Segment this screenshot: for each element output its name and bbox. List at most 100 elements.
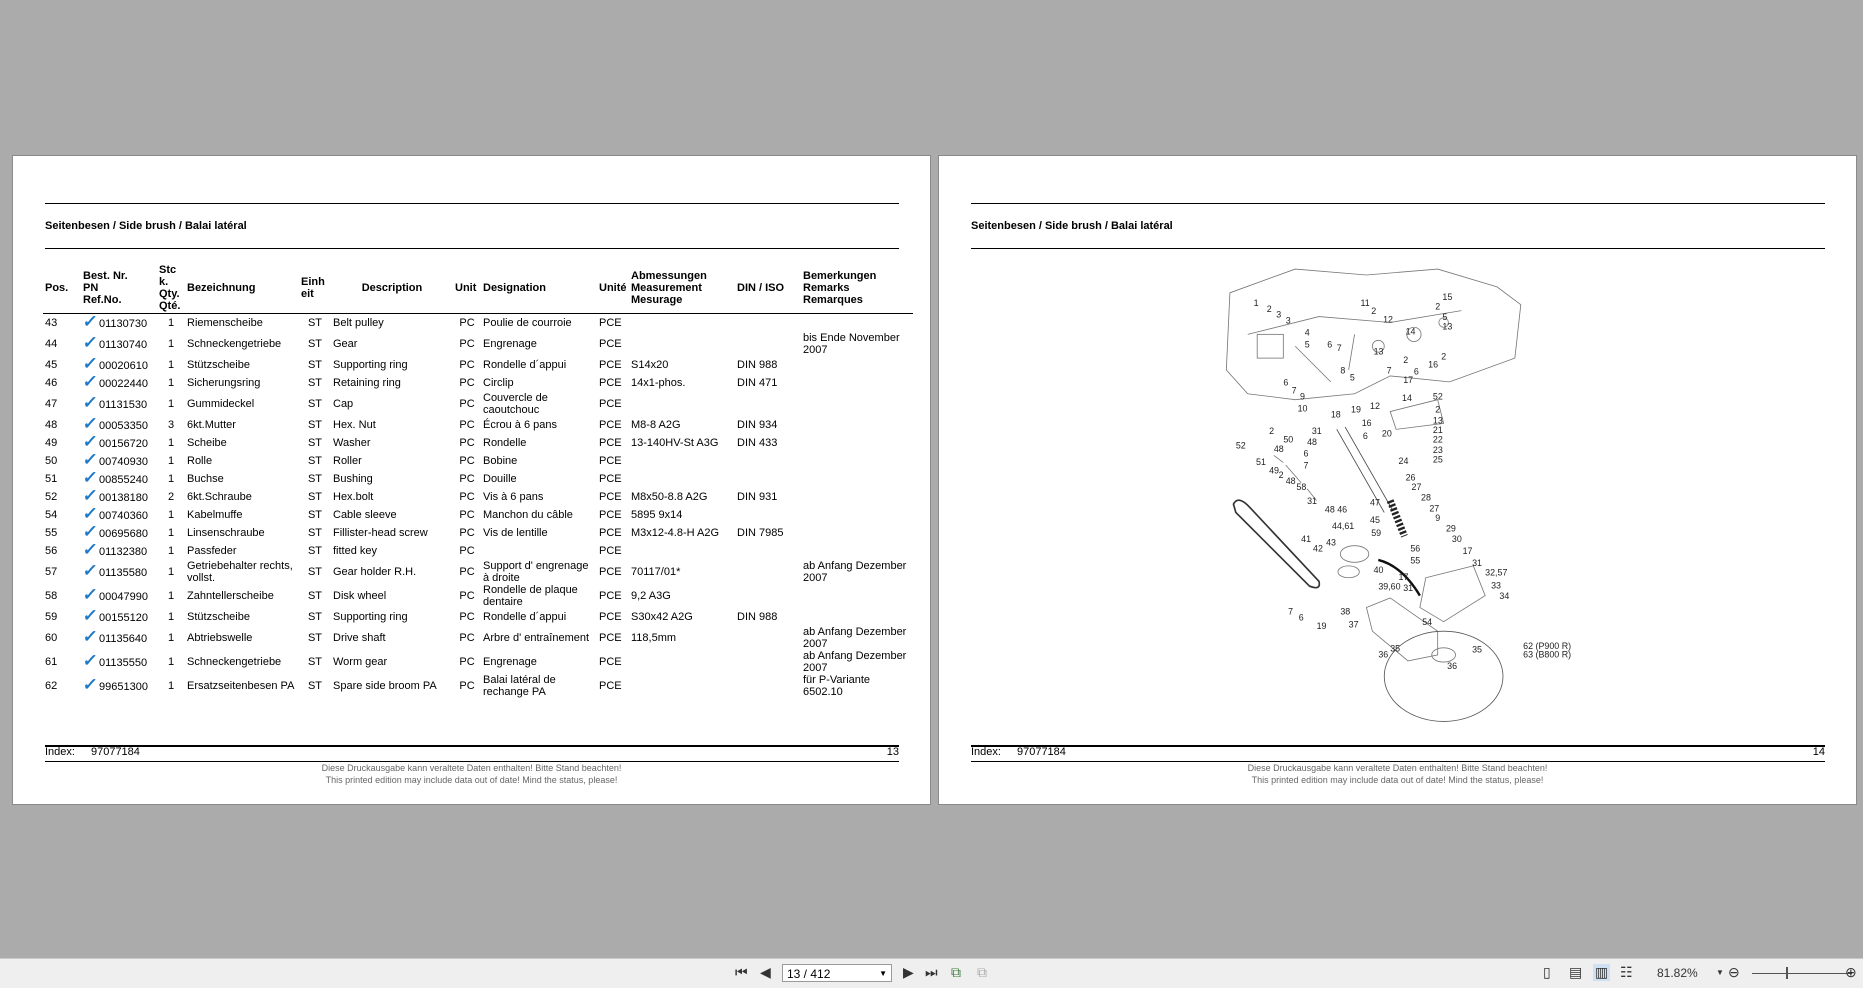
cell-bez: Sicherungsring	[187, 377, 261, 389]
cell-einh: ST	[307, 656, 323, 668]
cell-unite: PCE	[599, 509, 622, 521]
cell-pn: ✓99651300	[81, 675, 148, 694]
callout-label: 45	[1370, 515, 1380, 525]
table-row: 57 ✓01135580 1 Getriebehalter rechts, volls…	[43, 560, 913, 584]
callout-label: 19	[1317, 621, 1327, 631]
checkmark-icon: ✓	[81, 333, 99, 352]
cell-unite: PCE	[599, 611, 622, 623]
col-description: Description	[331, 263, 453, 314]
cell-din	[735, 392, 801, 416]
cell-measure: S14x20	[631, 359, 669, 371]
cell-din: DIN 934	[737, 419, 778, 431]
previous-page-icon[interactable]: ◀	[760, 964, 771, 981]
zoom-in-icon[interactable]: ⊕	[1845, 964, 1857, 981]
cell-pos: 45	[45, 359, 58, 371]
cell-designation: Vis à 6 pans	[483, 491, 544, 503]
callout-label: 14	[1402, 393, 1412, 403]
cell-unit: PC	[459, 398, 475, 410]
zoom-slider-thumb[interactable]	[1786, 967, 1788, 979]
callout-label: 44,61	[1332, 521, 1354, 531]
callout-label: 1	[1254, 298, 1259, 308]
zoom-slider[interactable]	[1752, 973, 1852, 974]
page-number-field[interactable]: 13 / 412 ▼	[782, 964, 892, 982]
cell-din	[735, 470, 801, 488]
cell-qty: 1	[167, 509, 175, 521]
cell-measure	[629, 452, 735, 470]
cell-einh: ST	[307, 491, 323, 503]
index-label: Index: 97077184	[45, 746, 140, 758]
callout-label: 50	[1283, 434, 1293, 444]
cell-unit: PC	[459, 632, 475, 644]
continuous-view-icon[interactable]: ▤	[1569, 964, 1582, 981]
callout-label: 19	[1351, 405, 1361, 415]
index-label: Index: 97077184	[971, 746, 1066, 758]
zoom-out-icon[interactable]: ⊖	[1728, 964, 1740, 981]
single-page-view-icon[interactable]: ▯	[1543, 964, 1551, 981]
checkmark-icon: ✓	[81, 393, 99, 412]
cell-desc: Gear holder R.H.	[333, 566, 417, 578]
cell-pos: 56	[45, 545, 58, 557]
cell-qty: 1	[167, 590, 175, 602]
table-row: 52 ✓00138180 2 6kt.Schraube ST Hex.bolt PC Vis …	[43, 486, 913, 506]
cell-pn: ✓01130740	[81, 333, 148, 352]
cell-pn: ✓01135550	[81, 651, 148, 670]
callout-label: 35	[1390, 643, 1400, 653]
callout-label: 38	[1340, 607, 1350, 617]
zoom-dropdown-icon[interactable]: ▼	[1716, 968, 1724, 977]
table-row: 51 ✓00855240 1 Buchse ST Bushing PC Douille PCE	[43, 468, 913, 488]
cell-remarks	[801, 392, 913, 416]
cell-einh: ST	[307, 632, 323, 644]
cell-unit: PC	[459, 527, 475, 539]
callout-label: 6	[1414, 367, 1419, 377]
cell-desc: Hex. Nut	[333, 419, 376, 431]
col-qty: Stc k. Qty. Qté.	[157, 263, 185, 314]
chevron-down-icon[interactable]: ▼	[879, 965, 887, 983]
cell-measure	[629, 392, 735, 416]
cell-unite: PCE	[599, 338, 622, 350]
cell-din: DIN 7985	[737, 527, 784, 539]
callout-label: 37	[1349, 620, 1359, 630]
cell-unit: PC	[459, 545, 475, 557]
callout-label: 14	[1406, 326, 1416, 336]
cell-einh: ST	[307, 680, 323, 692]
callout-label: 48 46	[1325, 504, 1347, 514]
cell-measure: 70117/01*	[631, 566, 681, 578]
cell-remarks	[801, 434, 913, 452]
cell-unite: PCE	[599, 317, 622, 329]
cell-unite: PCE	[599, 590, 622, 602]
callout-label: 6	[1299, 613, 1304, 623]
cell-desc: Washer	[333, 437, 371, 449]
cell-qty: 1	[167, 680, 175, 692]
cell-din	[735, 650, 801, 674]
first-page-icon[interactable]: ⏮	[735, 964, 748, 981]
rotate-page-icon[interactable]: ⧉	[951, 964, 961, 981]
disclaimer-en: This printed edition may include data ou…	[1251, 775, 1544, 785]
cell-designation: Douille	[483, 473, 517, 485]
cell-pos: 61	[45, 656, 58, 668]
next-page-icon[interactable]: ▶	[903, 964, 914, 981]
last-page-icon[interactable]: ⏭	[925, 964, 938, 981]
cell-designation: Rondelle	[483, 437, 527, 449]
cell-unit: PC	[459, 473, 475, 485]
callout-label: 11	[1361, 298, 1370, 308]
cell-bez: Abtriebswelle	[187, 632, 253, 644]
callout-label: 6	[1283, 377, 1288, 387]
callout-label: 7	[1288, 607, 1293, 617]
cell-unite: PCE	[599, 377, 622, 389]
cell-designation: Couvercle de caoutchouc	[483, 392, 548, 416]
two-page-continuous-icon[interactable]: ☷	[1620, 964, 1633, 981]
two-page-view-icon[interactable]: ▥	[1593, 964, 1611, 981]
callout-label: 31	[1472, 558, 1482, 568]
cell-din	[735, 452, 801, 470]
callout-label: 22	[1433, 434, 1443, 444]
cell-desc: Spare side broom PA	[333, 680, 437, 692]
extract-page-icon[interactable]: ⧉	[977, 964, 987, 981]
callout-label: 2	[1267, 304, 1272, 314]
zoom-level[interactable]: 81.82%	[1657, 966, 1698, 980]
cell-remarks: für P-Variante 6502.10	[803, 674, 871, 698]
cell-din	[735, 626, 801, 650]
cell-unit: PC	[459, 338, 475, 350]
cell-remarks: ab Anfang Dezember 2007	[803, 560, 907, 584]
cell-desc: Worm gear	[333, 656, 388, 668]
cell-din: DIN 471	[737, 377, 778, 389]
